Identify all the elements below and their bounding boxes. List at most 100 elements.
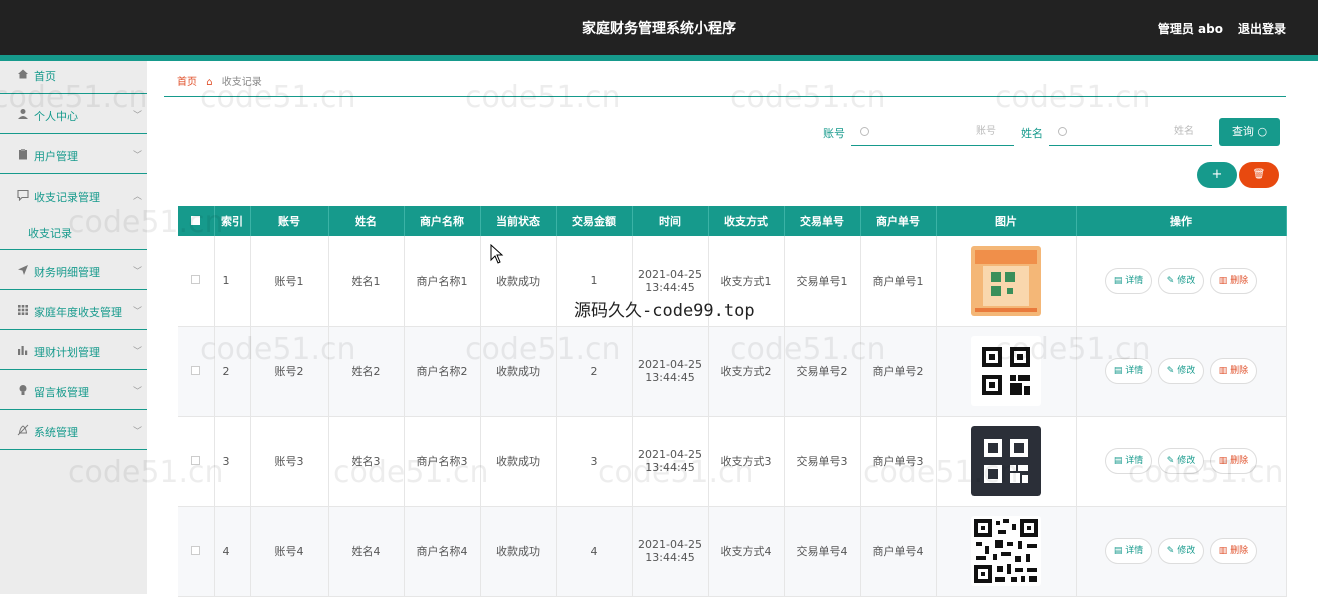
home-icon: ⌂ bbox=[206, 77, 213, 88]
sidebar: 首页 个人中心 ﹀ 用户管理 ﹀ 收支记录管理 ︿ 财务明细管理 ﹀ 家庭年度收… bbox=[0, 61, 147, 594]
row-checkbox[interactable] bbox=[178, 236, 215, 327]
cell-method: 收支方式2 bbox=[708, 326, 785, 417]
cell-name: 姓名4 bbox=[328, 506, 405, 597]
add-button[interactable]: + bbox=[1197, 162, 1237, 188]
delete-button-label: 删除 bbox=[1230, 456, 1249, 466]
sidebar-item-system[interactable]: 系统管理 ﹀ bbox=[0, 410, 147, 450]
cell-method: 收支方式3 bbox=[708, 416, 785, 507]
cell-txn-no: 交易单号4 bbox=[784, 506, 861, 597]
detail-button[interactable]: ▤ 详情 bbox=[1104, 267, 1153, 294]
table-row: 4 账号4 姓名4 商户名称4 收款成功 4 2021-04-25 13:44:4… bbox=[178, 506, 1287, 597]
breadcrumb-divider bbox=[164, 96, 1286, 97]
breadcrumb-current: 收支记录 bbox=[221, 77, 262, 88]
select-all-checkbox[interactable] bbox=[178, 206, 215, 236]
bar-chart-icon bbox=[18, 346, 28, 355]
cell-amount: 2 bbox=[556, 326, 633, 417]
detail-button[interactable]: ▤ 详情 bbox=[1104, 358, 1153, 384]
cell-index: 3 bbox=[214, 416, 251, 507]
detail-button-label: 详情 bbox=[1125, 456, 1144, 466]
edit-button[interactable]: ✎ 修改 bbox=[1157, 267, 1205, 294]
account-filter-label: 账号 bbox=[823, 127, 845, 140]
query-button[interactable]: 查询 ○ bbox=[1219, 118, 1280, 146]
edit-button-label: 修改 bbox=[1177, 275, 1196, 286]
cell-clock: 13:44:45 bbox=[645, 551, 695, 564]
qr-code-image[interactable] bbox=[971, 426, 1041, 496]
cell-merchant-no: 商户单号1 bbox=[860, 236, 937, 327]
column-header: 当前状态 bbox=[480, 206, 557, 236]
trash-icon: 🗑 bbox=[1252, 169, 1266, 180]
sidebar-item-users[interactable]: 用户管理 ﹀ bbox=[0, 134, 147, 174]
edit-button[interactable]: ✎ 修改 bbox=[1157, 538, 1205, 564]
top-bar: 家庭财务管理系统小程序 管理员 abo 退出登录 bbox=[0, 0, 1318, 55]
sidebar-item-label: 收支记录管理 bbox=[34, 191, 100, 204]
delete-button[interactable]: ▥ 删除 bbox=[1209, 267, 1258, 294]
delete-button-label: 删除 bbox=[1230, 366, 1249, 376]
edit-button-label: 修改 bbox=[1177, 456, 1196, 466]
table-row: 3 账号3 姓名3 商户名称3 收款成功 3 2021-04-25 13:44:4… bbox=[178, 416, 1287, 507]
cell-ops: ▤ 详情 ✎ 修改 ▥ 删除 bbox=[1076, 416, 1287, 507]
breadcrumb: 首页 ⌂ 收支记录 bbox=[177, 73, 262, 88]
cell-ops: ▤ 详情 ✎ 修改 ▥ 删除 bbox=[1076, 506, 1287, 597]
query-button-label: 查询 bbox=[1231, 125, 1254, 138]
column-header: 索引 bbox=[214, 206, 251, 236]
delete-button[interactable]: ▥ 删除 bbox=[1209, 358, 1258, 384]
cell-date: 2021-04-25 bbox=[638, 267, 702, 281]
delete-button[interactable]: ▥ 删除 bbox=[1209, 538, 1258, 564]
cell-status: 收款成功 bbox=[480, 416, 557, 507]
detail-button-label: 详情 bbox=[1125, 546, 1144, 556]
name-search-input[interactable] bbox=[1049, 118, 1212, 146]
row-checkbox[interactable] bbox=[178, 416, 215, 507]
column-header: 图片 bbox=[936, 206, 1077, 236]
detail-button[interactable]: ▤ 详情 bbox=[1104, 538, 1153, 564]
sidebar-item-label: 个人中心 bbox=[34, 110, 78, 123]
batch-delete-button[interactable]: 🗑 bbox=[1239, 162, 1279, 188]
breadcrumb-home[interactable]: 首页 bbox=[177, 77, 197, 88]
top-bar-accent bbox=[0, 55, 1318, 61]
poster-image[interactable] bbox=[971, 245, 1041, 316]
sidebar-item-label: 留言板管理 bbox=[34, 386, 89, 399]
chevron-down-icon: ﹀ bbox=[132, 111, 142, 121]
doc-icon: ▤ bbox=[1113, 275, 1126, 286]
edit-button-label: 修改 bbox=[1177, 546, 1196, 556]
edit-button[interactable]: ✎ 修改 bbox=[1157, 448, 1205, 474]
sidebar-subitem-income-record[interactable]: 收支记录 bbox=[28, 225, 72, 241]
row-checkbox[interactable] bbox=[178, 506, 215, 597]
cell-method: 收支方式4 bbox=[708, 506, 785, 597]
cell-time: 2021-04-25 13:44:45 bbox=[632, 236, 709, 327]
sidebar-item-finance-details[interactable]: 财务明细管理 ﹀ bbox=[0, 250, 147, 290]
logout-link[interactable]: 退出登录 bbox=[1238, 20, 1286, 37]
cell-status: 收款成功 bbox=[480, 326, 557, 417]
cell-amount: 1 bbox=[556, 236, 633, 327]
grid-icon bbox=[18, 305, 28, 315]
cell-merchant: 商户名称3 bbox=[404, 416, 481, 507]
bulb-icon bbox=[19, 385, 27, 395]
cell-index: 2 bbox=[214, 326, 251, 417]
cell-txn-no: 交易单号1 bbox=[784, 236, 861, 327]
delete-button-label: 删除 bbox=[1230, 275, 1249, 286]
sidebar-item-home[interactable]: 首页 bbox=[0, 61, 147, 94]
sidebar-item-plan[interactable]: 理财计划管理 ﹀ bbox=[0, 330, 147, 370]
qr-code-image[interactable] bbox=[971, 516, 1041, 586]
doc-icon: ▤ bbox=[1113, 456, 1126, 466]
cell-clock: 13:44:45 bbox=[645, 461, 695, 474]
app-title: 家庭财务管理系统小程序 bbox=[582, 21, 736, 37]
detail-button-label: 详情 bbox=[1125, 275, 1144, 286]
account-search-input[interactable] bbox=[851, 118, 1014, 146]
sidebar-item-annual[interactable]: 家庭年度收支管理 ﹀ bbox=[0, 290, 147, 330]
cell-index: 4 bbox=[214, 506, 251, 597]
sidebar-item-message-board[interactable]: 留言板管理 ﹀ bbox=[0, 370, 147, 410]
name-filter-label: 姓名 bbox=[1021, 127, 1043, 140]
chevron-down-icon: ﹀ bbox=[132, 307, 142, 317]
detail-button[interactable]: ▤ 详情 bbox=[1104, 448, 1153, 474]
column-header: 商户名称 bbox=[404, 206, 481, 236]
send-icon bbox=[18, 265, 28, 275]
sidebar-item-personal[interactable]: 个人中心 ﹀ bbox=[0, 94, 147, 134]
row-checkbox[interactable] bbox=[178, 326, 215, 417]
cell-image bbox=[936, 326, 1077, 417]
delete-button[interactable]: ▥ 删除 bbox=[1209, 448, 1258, 474]
edit-button[interactable]: ✎ 修改 bbox=[1157, 358, 1205, 384]
table-row: 1 账号1 姓名1 商户名称1 收款成功 1 2021-04-25 13:44:4… bbox=[178, 236, 1287, 327]
sidebar-item-income-records[interactable]: 收支记录管理 ︿ bbox=[0, 174, 147, 250]
home-icon bbox=[18, 69, 28, 79]
qr-code-image[interactable] bbox=[971, 336, 1041, 406]
